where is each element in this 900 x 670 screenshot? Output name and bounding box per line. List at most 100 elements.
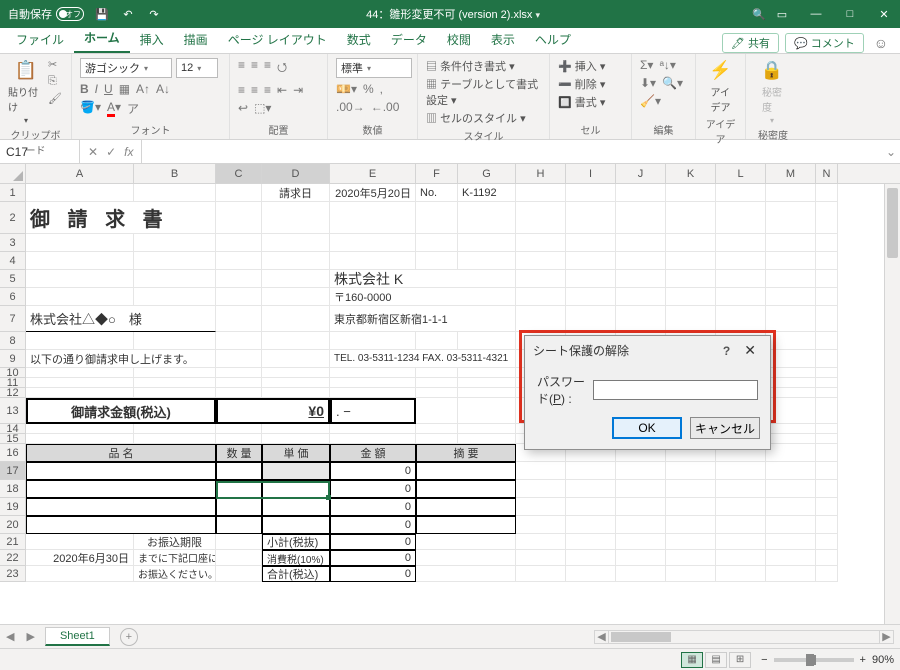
cell[interactable]: 0 (330, 480, 416, 498)
format-cells-button[interactable]: 🔲 書式 ▾ (558, 94, 605, 110)
col-header[interactable]: G (458, 164, 516, 183)
autosave-toggle[interactable]: 自動保存 オフ (8, 6, 84, 22)
format-painter-icon[interactable]: 🖌 (48, 92, 62, 105)
underline-icon[interactable]: U (104, 82, 113, 96)
cell-title[interactable]: 御 請 求 書 (26, 202, 216, 234)
cell[interactable]: 株式会社△◆○ 様 (26, 306, 216, 332)
fill-icon[interactable]: ⬇▾ (640, 76, 656, 90)
cancel-formula-icon[interactable]: ✕ (88, 145, 98, 159)
formula-input[interactable] (142, 150, 882, 154)
orientation-icon[interactable]: ⭯ (277, 58, 287, 79)
align-middle-icon[interactable]: ≡ (251, 58, 258, 79)
view-page-layout-icon[interactable]: ▤ (705, 652, 727, 668)
cell[interactable]: 金 額 (330, 444, 416, 462)
cell[interactable]: 御請求金額(税込) (26, 398, 216, 424)
cut-icon[interactable]: ✂ (48, 58, 62, 71)
expand-formula-bar-icon[interactable]: ⌄ (882, 145, 900, 159)
row-header[interactable]: 16 (0, 444, 26, 462)
cell[interactable]: 株式会社 K (330, 270, 516, 288)
cell[interactable]: 数 量 (216, 444, 262, 462)
row-header[interactable]: 2 (0, 202, 26, 234)
tab-home[interactable]: ホーム (74, 25, 130, 53)
ideas-button[interactable]: ⚡アイ デア (704, 58, 737, 114)
decrease-decimal-icon[interactable]: ←.00 (371, 100, 400, 114)
clear-icon[interactable]: 🧹▾ (640, 94, 661, 108)
zoom-slider[interactable] (774, 658, 854, 662)
cell[interactable]: 合計(税込) (262, 566, 330, 582)
tab-file[interactable]: ファイル (6, 27, 74, 53)
maximize-icon[interactable]: □ (842, 8, 858, 21)
indent-increase-icon[interactable]: ⇥ (293, 83, 303, 97)
comma-icon[interactable]: , (380, 82, 383, 96)
phonetic-icon[interactable]: ア (127, 100, 139, 117)
tab-view[interactable]: 表示 (481, 27, 525, 53)
number-format-select[interactable]: 標準▾ (336, 58, 412, 78)
col-header[interactable]: A (26, 164, 134, 183)
copy-icon[interactable]: ⎘ (48, 75, 62, 88)
ribbon-display-options-icon[interactable]: ▭ (774, 8, 790, 21)
cell[interactable]: 2020年6月30日 (26, 550, 134, 566)
sheet-tab[interactable]: Sheet1 (45, 627, 110, 646)
col-header[interactable]: I (566, 164, 616, 183)
cell[interactable]: お振込期限 (134, 534, 216, 550)
sheet-nav-next-icon[interactable]: ▶ (20, 630, 40, 643)
cell[interactable]: 品 名 (26, 444, 216, 462)
cell[interactable] (26, 462, 216, 480)
font-color-icon[interactable]: A▾ (107, 100, 121, 117)
align-right-icon[interactable]: ≡ (264, 83, 271, 97)
row-header[interactable]: 9 (0, 350, 26, 368)
row-header[interactable]: 7 (0, 306, 26, 332)
row-header[interactable]: 3 (0, 234, 26, 252)
sheet-nav-prev-icon[interactable]: ◀ (0, 630, 20, 643)
cell[interactable]: 0 (330, 498, 416, 516)
password-input[interactable] (593, 380, 758, 400)
select-all-corner[interactable] (0, 164, 26, 183)
align-center-icon[interactable]: ≡ (251, 83, 258, 97)
cell[interactable]: . − (330, 398, 416, 424)
increase-font-icon[interactable]: A↑ (136, 82, 150, 96)
tab-formulas[interactable]: 数式 (337, 27, 381, 53)
col-header[interactable]: C (216, 164, 262, 183)
col-header[interactable]: E (330, 164, 416, 183)
decrease-font-icon[interactable]: A↓ (156, 82, 170, 96)
row-header[interactable]: 21 (0, 534, 26, 550)
cell-styles-button[interactable]: ▥ セルのスタイル ▾ (426, 110, 526, 126)
cell[interactable]: K-1192 (458, 184, 516, 202)
indent-decrease-icon[interactable]: ⇤ (277, 83, 287, 97)
scroll-left-icon[interactable]: ◀ (595, 631, 609, 643)
tab-draw[interactable]: 描画 (174, 27, 218, 53)
share-button[interactable]: 🖊 共有 (722, 33, 779, 53)
dialog-close-icon[interactable]: ✕ (738, 342, 762, 359)
font-size-select[interactable]: 12▾ (176, 58, 218, 78)
col-header[interactable]: B (134, 164, 216, 183)
cell[interactable]: 0 (330, 566, 416, 582)
view-page-break-icon[interactable]: ⊞ (729, 652, 751, 668)
col-header[interactable]: F (416, 164, 458, 183)
row-header[interactable]: 22 (0, 550, 26, 566)
cell[interactable]: までに下記口座に (134, 550, 216, 566)
row-header[interactable]: 17 (0, 462, 26, 480)
close-icon[interactable]: ✕ (876, 8, 892, 21)
insert-cells-button[interactable]: ➕ 挿入 ▾ (558, 58, 605, 74)
col-header[interactable]: N (816, 164, 838, 183)
row-header[interactable]: 12 (0, 388, 26, 398)
cancel-button[interactable]: キャンセル (690, 417, 760, 439)
search-icon[interactable]: 🔍 (752, 8, 766, 21)
save-icon[interactable]: 💾 (94, 8, 110, 21)
cell[interactable]: 以下の通り御請求申し上げます。 (26, 350, 216, 368)
align-left-icon[interactable]: ≡ (238, 83, 245, 97)
dialog-help-icon[interactable]: ? (715, 344, 738, 358)
col-header[interactable]: M (766, 164, 816, 183)
delete-cells-button[interactable]: ➖ 削除 ▾ (558, 76, 605, 92)
row-header[interactable]: 20 (0, 516, 26, 534)
cell[interactable] (216, 462, 262, 480)
row-header[interactable]: 13 (0, 398, 26, 424)
row-header[interactable]: 19 (0, 498, 26, 516)
paste-button[interactable]: 📋貼り付け▾ (8, 58, 44, 125)
find-icon[interactable]: 🔍▾ (662, 76, 683, 90)
undo-icon[interactable]: ↶ (120, 8, 136, 21)
cell[interactable]: 0 (330, 462, 416, 480)
col-header[interactable]: D (262, 164, 330, 183)
tab-data[interactable]: データ (381, 27, 437, 53)
cell[interactable]: ¥0 (216, 398, 330, 424)
